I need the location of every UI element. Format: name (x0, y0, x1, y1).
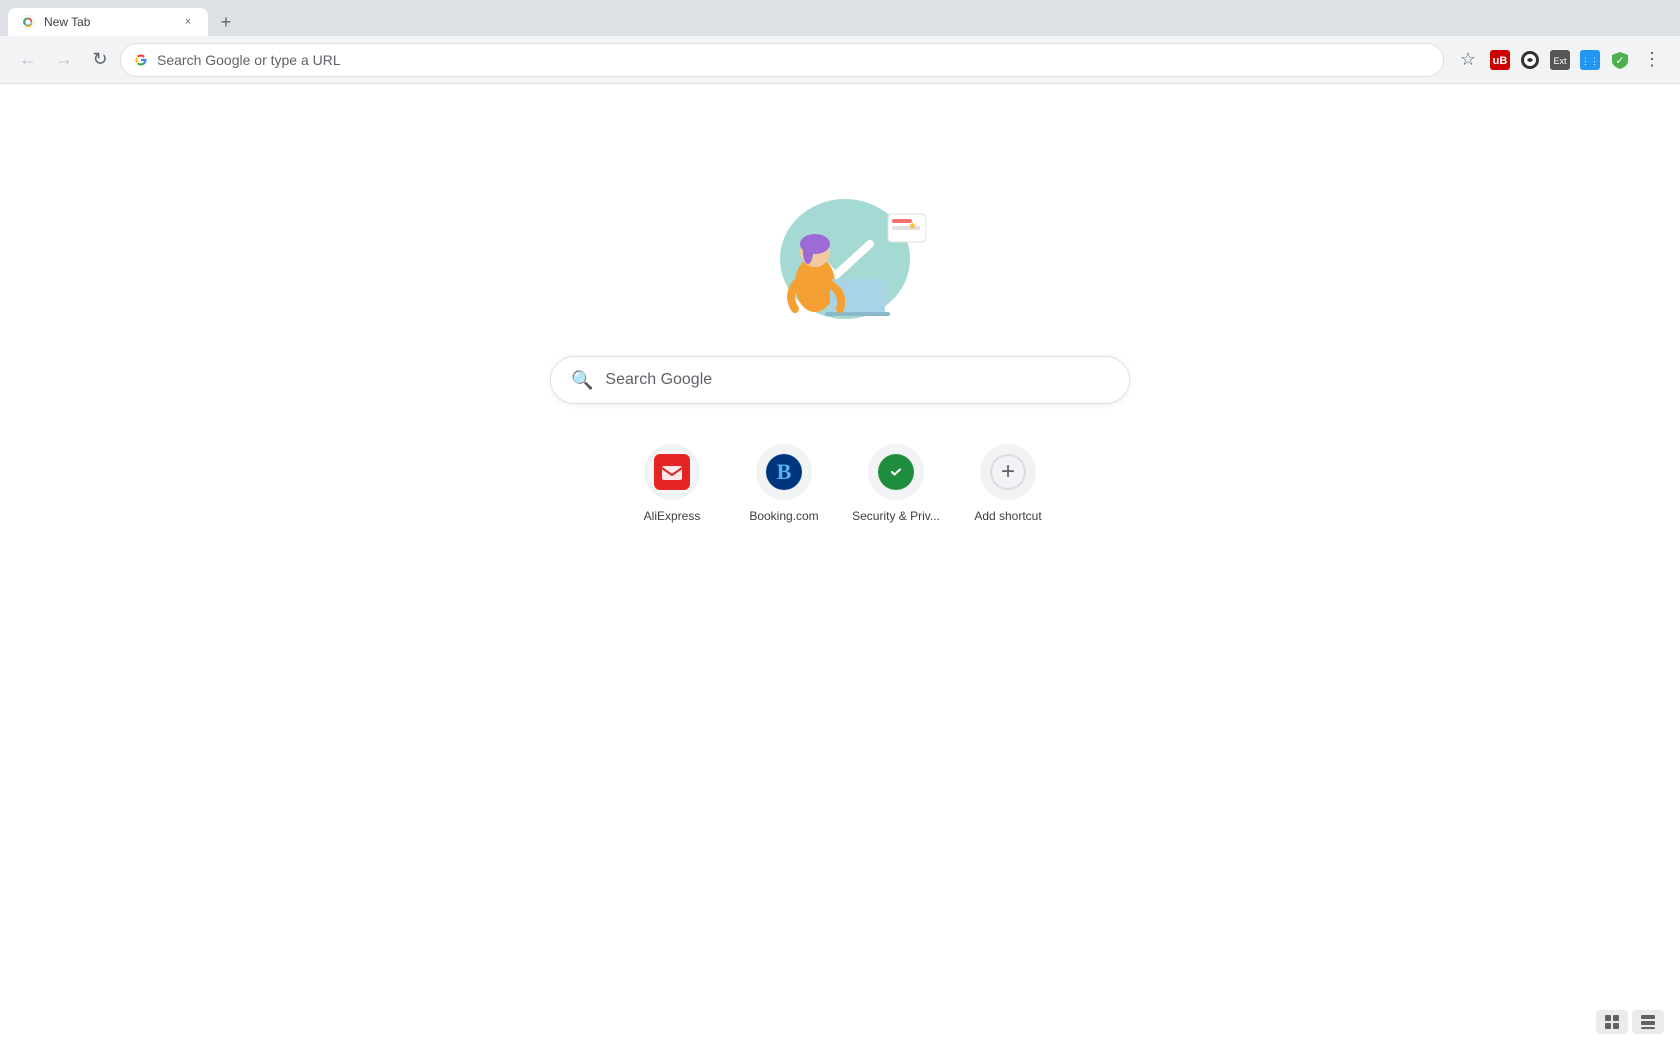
active-tab[interactable]: New Tab × (8, 8, 208, 36)
forward-icon: → (55, 49, 73, 70)
add-shortcut-icon-wrapper: + (980, 444, 1036, 500)
search-bar[interactable]: 🔍 Search Google (550, 356, 1130, 404)
menu-button[interactable]: ⋮ (1636, 44, 1668, 76)
booking-logo: B (766, 454, 802, 490)
add-shortcut-label: Add shortcut (974, 508, 1041, 525)
toolbar: ← → ↻ Search Google or type a URL ☆ (0, 36, 1680, 84)
search-icon: 🔍 (571, 370, 593, 391)
shortcut-security[interactable]: Security & Priv... (852, 444, 940, 525)
three-dots-icon: ⋮ (1643, 49, 1661, 70)
booking-shortcut-icon: B (756, 444, 812, 500)
security-logo (878, 454, 914, 490)
bottom-controls (1596, 1010, 1664, 1034)
back-icon: ← (19, 49, 37, 70)
address-bar[interactable]: Search Google or type a URL (120, 43, 1444, 77)
tab-bar: New Tab × + (0, 0, 1680, 36)
shortcuts-row: AliExpress B Booking.com (628, 444, 1052, 525)
back-button[interactable]: ← (12, 44, 44, 76)
google-icon (133, 52, 149, 68)
ext3[interactable]: Ext (1546, 46, 1574, 74)
tab-title: New Tab (44, 15, 172, 29)
star-icon: ☆ (1460, 49, 1476, 70)
tab-favicon (20, 14, 36, 30)
new-tab-page: ★ 🔍 Search Google (0, 84, 1680, 1050)
browser-frame: New Tab × + ← → ↻ Search Goo (0, 0, 1680, 1050)
forward-button[interactable]: → (48, 44, 80, 76)
reload-button[interactable]: ↻ (84, 44, 116, 76)
toolbar-right-icons: ☆ uB Ext (1452, 44, 1668, 76)
svg-text:★: ★ (908, 221, 917, 232)
svg-text:✓: ✓ (1615, 55, 1624, 67)
reload-icon: ↻ (92, 49, 107, 70)
add-shortcut-logo: + (990, 454, 1026, 490)
bookmark-button[interactable]: ☆ (1452, 44, 1484, 76)
aliexpress-logo (654, 454, 690, 490)
list-view-button[interactable] (1632, 1010, 1664, 1034)
security-shortcut-icon (868, 444, 924, 500)
new-tab-button[interactable]: + (212, 8, 240, 36)
search-container: 🔍 Search Google (550, 356, 1130, 404)
address-text: Search Google or type a URL (157, 52, 341, 68)
ublock-extension[interactable]: uB (1486, 46, 1514, 74)
aliexpress-shortcut-icon (644, 444, 700, 500)
svg-text:Ext: Ext (1553, 56, 1567, 66)
shortcut-aliexpress[interactable]: AliExpress (628, 444, 716, 525)
hero-illustration: ★ (740, 184, 940, 324)
tab-close-button[interactable]: × (180, 14, 196, 30)
security-label: Security & Priv... (852, 508, 940, 525)
aliexpress-label: AliExpress (644, 508, 701, 525)
shortcut-booking[interactable]: B Booking.com (740, 444, 828, 525)
grid-view-button[interactable] (1596, 1010, 1628, 1034)
booking-label: Booking.com (749, 508, 818, 525)
ext4[interactable]: ⋮⋮ (1576, 46, 1604, 74)
svg-text:uB: uB (1493, 55, 1508, 67)
tampermonkey-extension[interactable] (1516, 46, 1544, 74)
guard-extension[interactable]: ✓ (1606, 46, 1634, 74)
shortcut-add[interactable]: + Add shortcut (964, 444, 1052, 525)
search-placeholder: Search Google (605, 371, 1109, 389)
svg-text:⋮⋮: ⋮⋮ (1581, 56, 1599, 66)
